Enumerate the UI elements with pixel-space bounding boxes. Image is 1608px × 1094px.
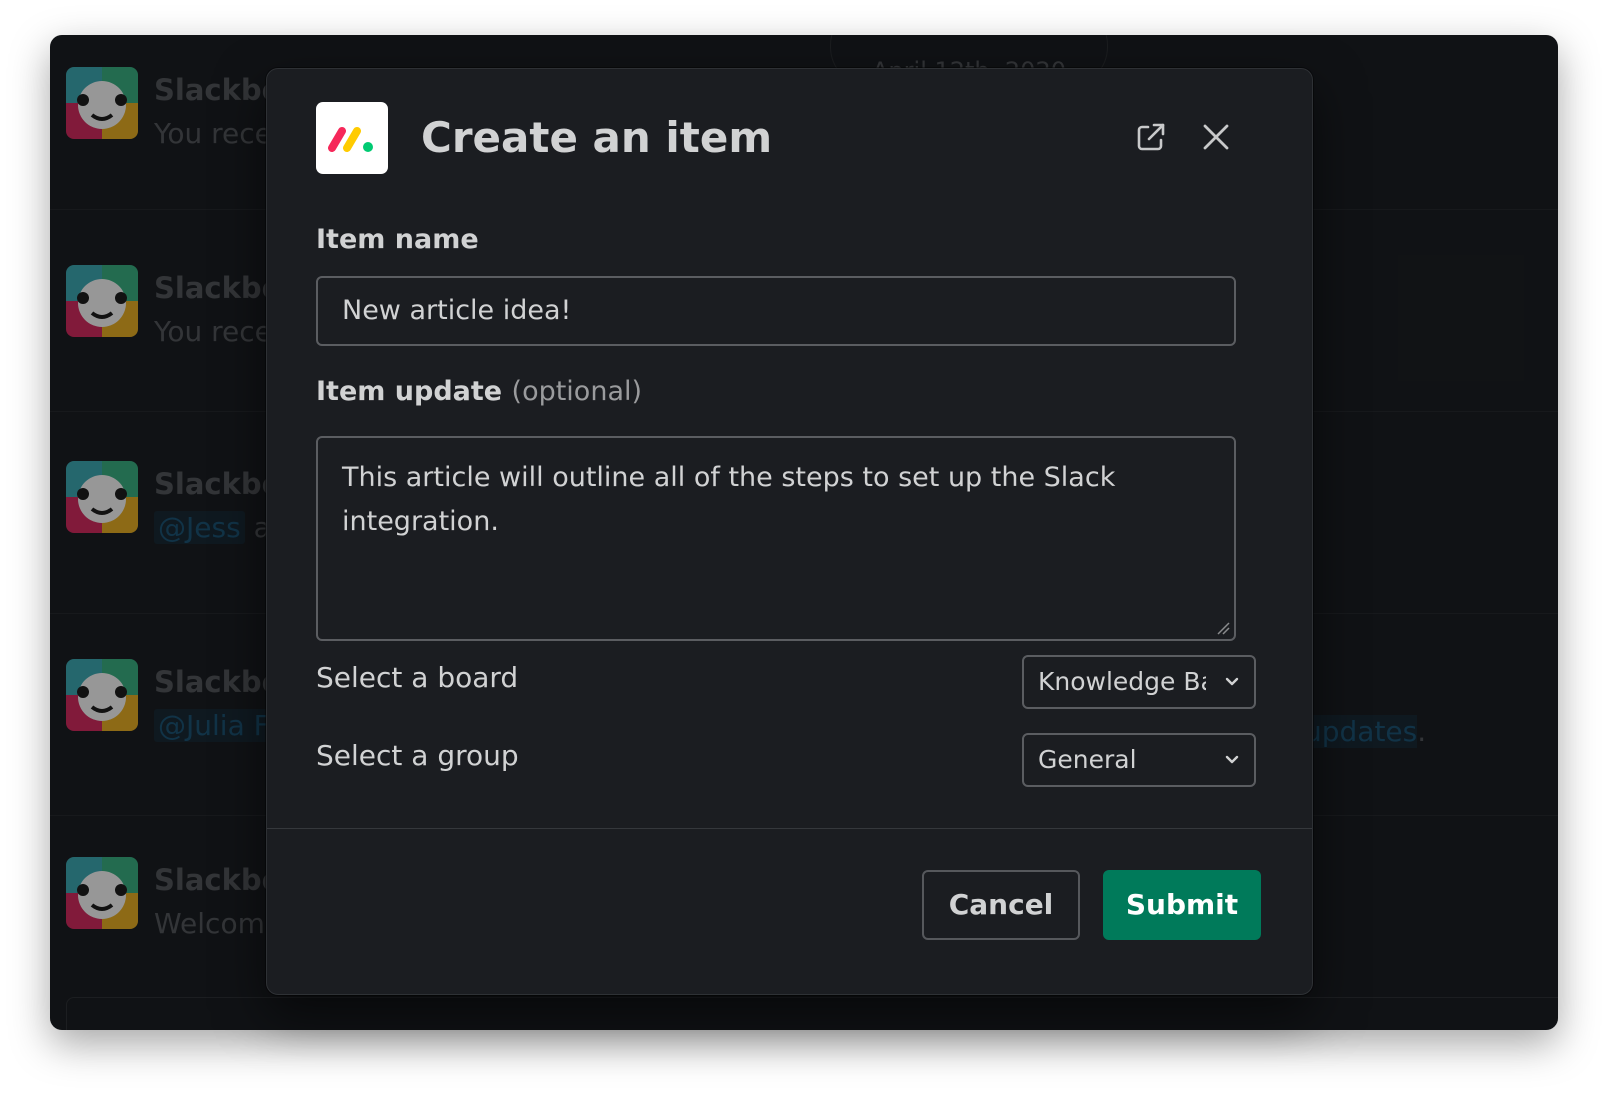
select-group-label: Select a group bbox=[316, 739, 519, 772]
modal-title: Create an item bbox=[421, 113, 773, 162]
chevron-down-icon bbox=[1225, 755, 1239, 764]
external-link-icon[interactable] bbox=[1133, 119, 1169, 155]
group-select[interactable]: General bbox=[1022, 733, 1256, 787]
close-icon[interactable] bbox=[1198, 119, 1234, 155]
select-board-label: Select a board bbox=[316, 661, 519, 694]
cancel-button[interactable]: Cancel bbox=[922, 870, 1080, 940]
monday-logo-icon bbox=[316, 102, 388, 174]
optional-hint: (optional) bbox=[511, 376, 643, 407]
item-name-label: Item name bbox=[316, 224, 479, 255]
item-name-input[interactable]: New article idea! bbox=[316, 276, 1236, 346]
item-update-textarea[interactable]: This article will outline all of the ste… bbox=[316, 436, 1236, 641]
item-update-label: Item update (optional) bbox=[316, 376, 643, 407]
create-item-modal: Create an item Item name New article ide… bbox=[266, 68, 1313, 995]
footer-divider bbox=[267, 828, 1312, 829]
board-select[interactable]: Knowledge Base bbox=[1022, 655, 1256, 709]
submit-button[interactable]: Submit bbox=[1103, 870, 1261, 940]
chevron-down-icon bbox=[1225, 677, 1239, 686]
resize-handle-icon[interactable] bbox=[1216, 621, 1230, 635]
